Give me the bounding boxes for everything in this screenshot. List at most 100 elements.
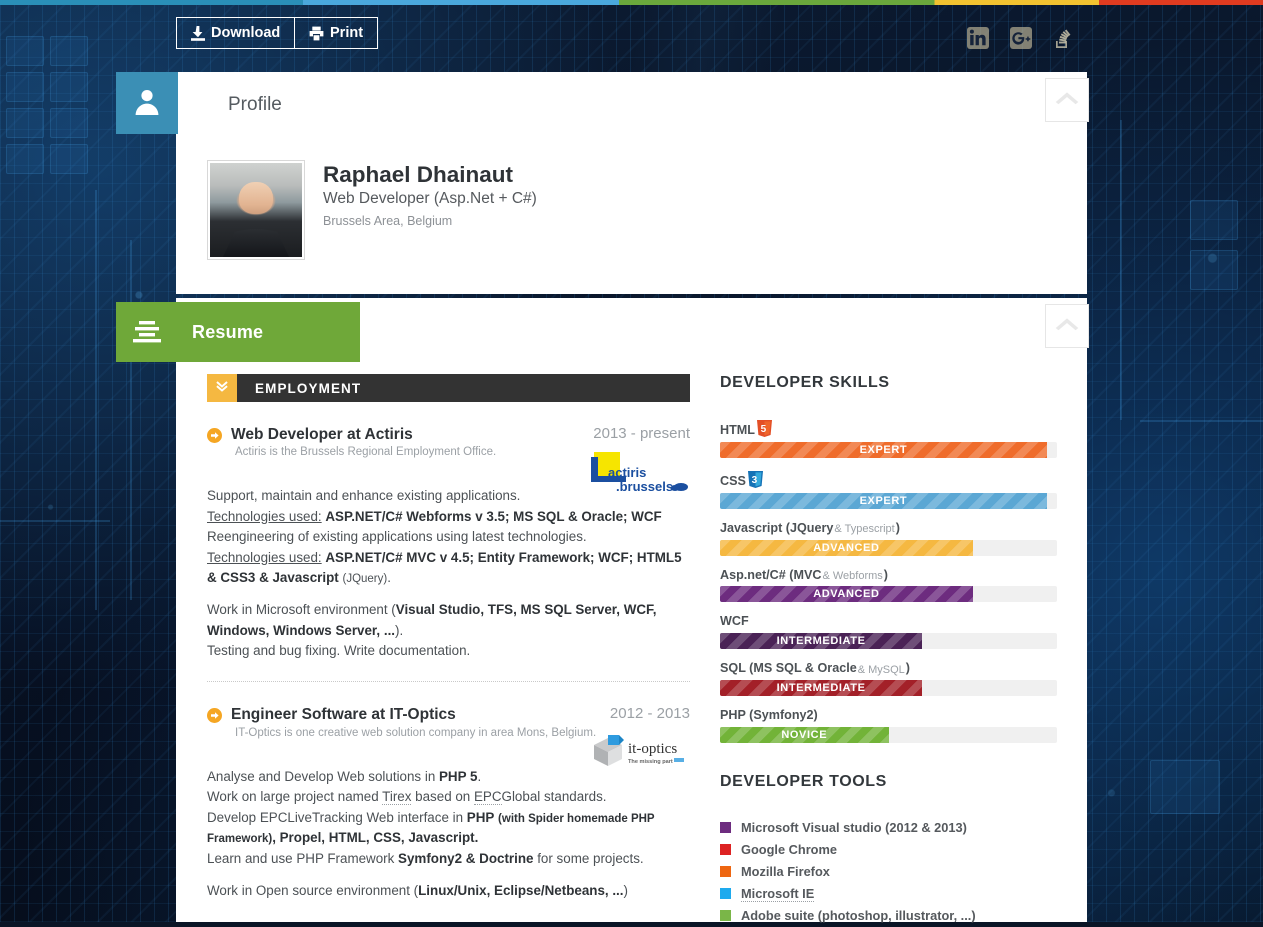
collapse-resume-button[interactable]	[1045, 304, 1089, 348]
skill-label: Javascript (JQuery & Typescript )	[720, 520, 1063, 536]
skill-level-label: INTERMEDIATE	[776, 635, 866, 648]
css3-badge-icon: 3	[747, 470, 763, 492]
chevron-up-icon	[1054, 90, 1080, 111]
skill-name-secondary: & Webforms	[822, 570, 883, 583]
skill-level-label: ADVANCED	[813, 541, 880, 554]
skill-name-secondary: & Typescript	[834, 523, 895, 536]
chevron-up-icon	[1054, 316, 1080, 337]
job-entry: Engineer Software at IT-Optics IT-Optics…	[207, 682, 690, 901]
arrow-circle-right-icon	[207, 708, 222, 724]
printer-icon	[309, 26, 324, 41]
top-toolbar: Download Print	[0, 5, 1263, 63]
tool-label: Microsoft IE	[741, 885, 815, 902]
job-description: Analyse and Develop Web solutions in PHP…	[207, 768, 655, 898]
skill-name: CSS	[720, 473, 746, 488]
employment-section-title: EMPLOYMENT	[255, 380, 362, 396]
linkedin-icon[interactable]	[965, 25, 991, 51]
skill-bar-track: EXPERT	[720, 492, 1057, 509]
job-description: Support, maintain and enhance existing a…	[207, 488, 682, 659]
tools-title: DEVELOPER TOOLS	[720, 772, 887, 790]
skill-row: HTML 5 EXPERT	[720, 420, 1063, 458]
skill-label: Asp.net/C# (MVC & Webforms )	[720, 567, 1063, 583]
employment-toggle-button[interactable]	[207, 374, 237, 402]
avatar-photo	[210, 163, 302, 257]
profile-role: Web Developer (Asp.Net + C#)	[323, 190, 537, 208]
skill-bar-track: INTERMEDIATE	[720, 633, 1057, 650]
bullet-square-icon	[720, 910, 731, 922]
skill-name: Javascript (JQuery	[720, 520, 834, 535]
svg-text:it-optics: it-optics	[628, 741, 677, 757]
skill-row: Javascript (JQuery & Typescript ) ADVANC…	[720, 520, 1063, 556]
skill-label: WCF	[720, 615, 1063, 629]
svg-text:The missing part: The missing part	[628, 759, 673, 765]
download-button-label: Download	[211, 25, 281, 41]
skill-label: CSS 3	[720, 470, 1063, 492]
profile-body: Raphael Dhainaut Web Developer (Asp.Net …	[207, 160, 537, 260]
tool-item: Mozilla Firefox	[720, 861, 1063, 883]
print-button[interactable]: Print	[294, 17, 379, 49]
tool-item: Microsoft IE	[720, 883, 1063, 905]
skill-bar-fill: INTERMEDIATE	[720, 680, 923, 697]
skill-bar-fill: ADVANCED	[720, 539, 973, 556]
skill-label: SQL (MS SQL & Oracle & MySQL )	[720, 661, 1063, 676]
resume-section-title: Resume	[192, 321, 264, 342]
job-entry: Web Developer at Actiris Actiris is the …	[207, 402, 690, 661]
skill-row: CSS 3 EXPERT	[720, 470, 1063, 509]
skill-row: Asp.net/C# (MVC & Webforms ) ADVANCED	[720, 567, 1063, 603]
skill-bar-track: EXPERT	[720, 441, 1057, 458]
skills-list: HTML 5 EXPERT CSS 3 EXPERT Javascript (J…	[720, 420, 1063, 743]
tool-label: Google Chrome	[741, 842, 837, 858]
skill-name: HTML	[720, 423, 755, 437]
skill-label: HTML 5	[720, 420, 1063, 438]
actiris-logo: actiris .brussels	[590, 451, 690, 494]
skill-name-tail: )	[905, 661, 910, 676]
skill-row: WCF INTERMEDIATE	[720, 615, 1063, 650]
tool-item: Google Chrome	[720, 839, 1063, 861]
svg-text:3: 3	[752, 475, 758, 486]
avatar	[207, 160, 305, 260]
skill-name: PHP (Symfony2)	[720, 708, 818, 723]
skill-bar-track: NOVICE	[720, 726, 1057, 743]
tool-label: Adobe suite (photoshop, illustrator, ...…	[741, 908, 976, 924]
resume-section-header[interactable]: Resume	[116, 302, 360, 362]
skill-bar-fill: INTERMEDIATE	[720, 633, 923, 650]
skill-bar-fill: ADVANCED	[720, 586, 973, 603]
skills-column: DEVELOPER SKILLS HTML 5 EXPERT CSS 3 EXP…	[720, 374, 1063, 927]
skill-level-label: EXPERT	[859, 443, 908, 456]
user-icon	[132, 86, 162, 121]
skills-title: DEVELOPER SKILLS	[720, 374, 890, 391]
employment-column: EMPLOYMENT Web Developer at Actiris Acti…	[207, 374, 690, 901]
it-optics-logo: it-optics The missing part	[590, 731, 690, 773]
skill-name: WCF	[720, 614, 749, 629]
skill-name-tail: )	[895, 520, 900, 535]
bullet-square-icon	[720, 822, 731, 834]
tool-label: Mozilla Firefox	[741, 864, 830, 880]
collapse-profile-button[interactable]	[1045, 78, 1089, 122]
employment-section-bar: EMPLOYMENT	[207, 374, 690, 402]
skill-name-tail: )	[883, 567, 888, 582]
skill-bar-fill: EXPERT	[720, 441, 1047, 458]
google-plus-icon[interactable]	[1008, 25, 1034, 51]
skill-bar-fill: EXPERT	[720, 492, 1047, 509]
profile-identity: Raphael Dhainaut Web Developer (Asp.Net …	[323, 160, 537, 260]
download-button[interactable]: Download	[176, 17, 296, 49]
page-loading-strip	[0, 0, 1263, 5]
profile-name: Raphael Dhainaut	[323, 162, 514, 187]
page-title: Profile	[228, 94, 282, 115]
job-period: 2012 - 2013	[609, 705, 690, 723]
list-icon	[116, 319, 178, 345]
skill-row: PHP (Symfony2) NOVICE	[720, 708, 1063, 743]
tool-item: Microsoft Visual studio (2012 & 2013)	[720, 817, 1063, 839]
tool-item: Adobe suite (photoshop, illustrator, ...…	[720, 905, 1063, 927]
skill-name-secondary: & MySQL	[857, 663, 905, 676]
profile-tab-icon[interactable]	[116, 72, 178, 134]
job-period: 2013 - present	[593, 425, 690, 442]
skill-name: Asp.net/C# (MVC	[720, 567, 822, 582]
download-icon	[191, 25, 205, 41]
skill-row: SQL (MS SQL & Oracle & MySQL ) INTERMEDI…	[720, 661, 1063, 697]
chevron-double-down-icon	[215, 379, 229, 398]
tool-label: Microsoft Visual studio (2012 & 2013)	[741, 820, 967, 836]
stackoverflow-icon[interactable]	[1050, 25, 1076, 51]
arrow-circle-right-icon	[207, 428, 222, 443]
skill-level-label: NOVICE	[781, 728, 828, 741]
